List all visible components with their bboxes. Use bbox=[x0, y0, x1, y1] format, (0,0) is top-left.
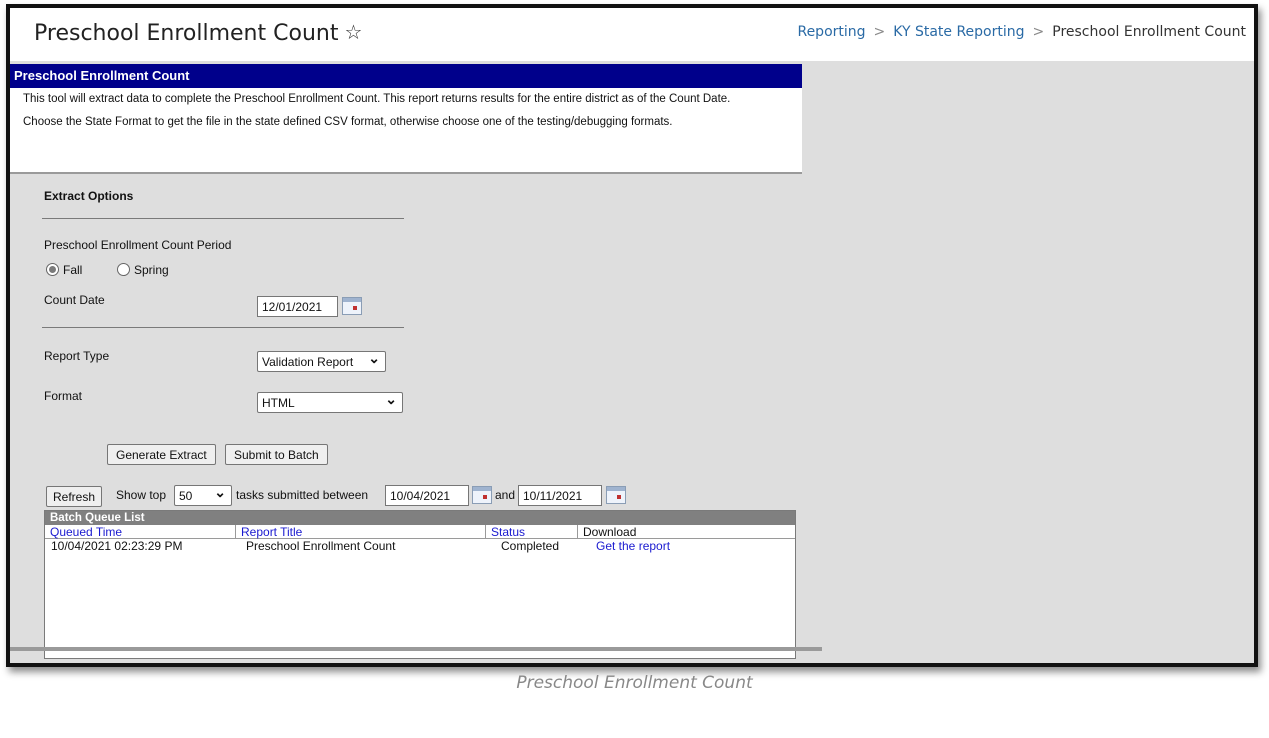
radio-spring-control[interactable] bbox=[117, 263, 130, 276]
start-date-input[interactable]: 10/04/2021 bbox=[385, 485, 469, 506]
panel-bottom-bar bbox=[10, 647, 822, 651]
image-caption: Preschool Enrollment Count bbox=[516, 673, 753, 693]
chevron-right-icon: > bbox=[1032, 24, 1045, 40]
page-title: Preschool Enrollment Count bbox=[34, 21, 339, 46]
breadcrumb-reporting[interactable]: Reporting bbox=[797, 24, 865, 40]
column-report-title[interactable]: Report Title bbox=[235, 525, 485, 539]
chevron-down-icon: ⌄ bbox=[368, 350, 380, 366]
column-status[interactable]: Status bbox=[485, 525, 577, 539]
column-queued-time[interactable]: Queued Time bbox=[45, 525, 235, 539]
tasks-label: tasks submitted between bbox=[236, 488, 369, 502]
content-area: Preschool Enrollment Count This tool wil… bbox=[10, 61, 1254, 663]
extract-options-title: Extract Options bbox=[44, 189, 134, 203]
chevron-down-icon: ⌄ bbox=[214, 484, 226, 500]
show-top-select[interactable]: 50 ⌄ bbox=[174, 484, 232, 506]
format-label: Format bbox=[44, 389, 83, 403]
and-label: and bbox=[495, 488, 516, 502]
count-date-input[interactable]: 12/01/2021 bbox=[257, 296, 338, 317]
divider bbox=[42, 327, 404, 328]
breadcrumb: Reporting > KY State Reporting > Preschool E… bbox=[797, 24, 1246, 40]
calendar-icon[interactable] bbox=[606, 486, 626, 504]
calendar-icon[interactable] bbox=[472, 486, 492, 504]
screenshot-frame: Preschool Enrollment Count ☆ Reporting > KY… bbox=[6, 4, 1258, 667]
show-top-value: 50 bbox=[179, 489, 193, 503]
report-type-select[interactable]: Validation Report ⌄ bbox=[257, 350, 386, 372]
batch-queue-title: Batch Queue List bbox=[45, 511, 795, 525]
generate-extract-button[interactable]: Generate Extract bbox=[107, 444, 216, 465]
report-title-cell: Preschool Enrollment Count bbox=[246, 539, 396, 553]
period-label: Preschool Enrollment Count Period bbox=[44, 238, 232, 252]
chevron-down-icon: ⌄ bbox=[385, 391, 397, 407]
tool-panel: Preschool Enrollment Count This tool wil… bbox=[10, 61, 802, 659]
extract-options: Extract Options Preschool Enrollment Cou… bbox=[10, 174, 802, 659]
submit-to-batch-button[interactable]: Submit to Batch bbox=[225, 444, 328, 465]
divider bbox=[42, 218, 404, 219]
star-icon[interactable]: ☆ bbox=[344, 20, 362, 44]
report-type-value: Validation Report bbox=[262, 355, 354, 369]
chevron-right-icon: > bbox=[873, 24, 886, 40]
radio-fall-label: Fall bbox=[63, 263, 83, 277]
description-paragraph: This tool will extract data to complete … bbox=[23, 93, 731, 105]
batch-queue-list: Batch Queue List Queued Time Report Titl… bbox=[44, 510, 796, 659]
tool-header: Preschool Enrollment Count bbox=[10, 64, 802, 88]
get-report-link[interactable]: Get the report bbox=[596, 539, 670, 554]
report-type-label: Report Type bbox=[44, 349, 110, 363]
page-header: Preschool Enrollment Count ☆ Reporting > KY… bbox=[10, 8, 1254, 61]
breadcrumb-ky-state-reporting[interactable]: KY State Reporting bbox=[893, 24, 1024, 40]
calendar-icon[interactable] bbox=[342, 297, 362, 315]
show-top-label: Show top bbox=[116, 488, 167, 502]
breadcrumb-current: Preschool Enrollment Count bbox=[1052, 24, 1246, 40]
format-select[interactable]: HTML ⌄ bbox=[257, 391, 403, 413]
count-date-label: Count Date bbox=[44, 293, 105, 307]
radio-fall[interactable]: Fall bbox=[46, 263, 82, 277]
refresh-button[interactable]: Refresh bbox=[46, 486, 103, 507]
batch-queue-header: Queued Time Report Title Status Download bbox=[45, 525, 795, 539]
column-download: Download bbox=[577, 525, 795, 539]
radio-spring[interactable]: Spring bbox=[117, 263, 169, 277]
status-cell: Completed bbox=[501, 539, 560, 553]
table-row: 10/04/2021 02:23:29 PM Preschool Enrollm… bbox=[45, 539, 795, 554]
format-value: HTML bbox=[262, 396, 295, 410]
tool-description: This tool will extract data to complete … bbox=[10, 88, 802, 174]
page-title-container: Preschool Enrollment Count ☆ bbox=[34, 20, 362, 46]
queued-time-cell: 10/04/2021 02:23:29 PM bbox=[51, 539, 183, 553]
end-date-input[interactable]: 10/11/2021 bbox=[518, 485, 602, 506]
radio-fall-control[interactable] bbox=[46, 263, 59, 276]
description-paragraph: Choose the State Format to get the file … bbox=[23, 116, 673, 128]
radio-spring-label: Spring bbox=[134, 263, 169, 277]
